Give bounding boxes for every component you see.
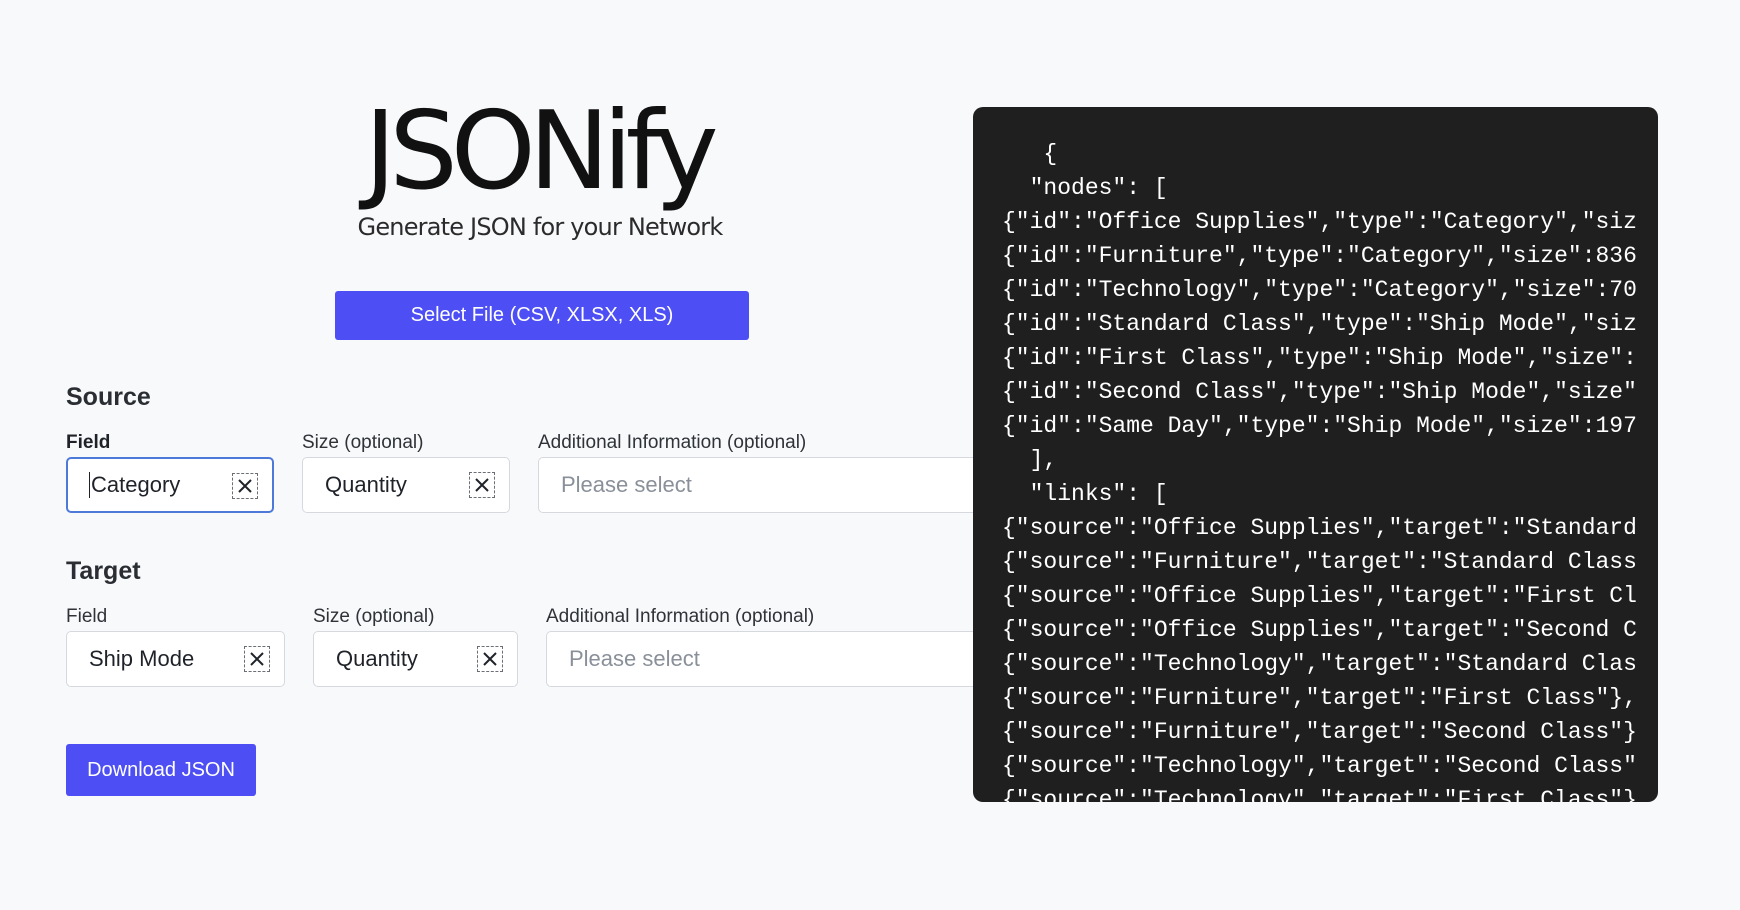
json-line: {"id":"First Class","type":"Ship Mode","… bbox=[1002, 345, 1637, 371]
source-size-label: Size (optional) bbox=[302, 432, 424, 453]
download-json-button[interactable]: Download JSON bbox=[66, 744, 256, 796]
target-info-placeholder: Please select bbox=[569, 646, 700, 671]
target-info-label: Additional Information (optional) bbox=[546, 606, 815, 627]
logo-tagline: Generate JSON for your Network bbox=[357, 213, 724, 241]
json-line: {"id":"Standard Class","type":"Ship Mode… bbox=[1002, 311, 1637, 337]
json-line: {"id":"Furniture","type":"Category","siz… bbox=[1002, 243, 1637, 269]
json-preview-panel[interactable]: { "nodes": [ {"id":"Office Supplies","ty… bbox=[973, 107, 1658, 802]
json-line: {"source":"Office Supplies","target":"Fi… bbox=[1002, 583, 1637, 609]
json-line: {"id":"Office Supplies","type":"Category… bbox=[1002, 209, 1637, 235]
source-size-select[interactable]: Quantity bbox=[302, 457, 510, 513]
json-line: { bbox=[1002, 141, 1058, 167]
target-section-title: Target bbox=[66, 557, 141, 585]
target-size-label: Size (optional) bbox=[313, 606, 435, 627]
json-line: "links": [ bbox=[1002, 481, 1168, 507]
json-line: {"source":"Furniture","target":"Second C… bbox=[1002, 719, 1637, 745]
json-line: {"source":"Office Supplies","target":"Se… bbox=[1002, 617, 1637, 643]
target-info-select[interactable]: Please select bbox=[546, 631, 974, 687]
source-field-label: Field bbox=[66, 432, 111, 453]
target-field-select[interactable]: Ship Mode bbox=[66, 631, 285, 687]
json-line: {"source":"Office Supplies","target":"St… bbox=[1002, 515, 1637, 541]
json-line: {"id":"Same Day","type":"Ship Mode","siz… bbox=[1002, 413, 1637, 439]
close-icon[interactable] bbox=[469, 472, 495, 498]
target-size-select[interactable]: Quantity bbox=[313, 631, 518, 687]
close-icon[interactable] bbox=[232, 473, 258, 499]
source-info-label: Additional Information (optional) bbox=[538, 432, 807, 453]
source-info-placeholder: Please select bbox=[561, 472, 692, 497]
json-line: {"id":"Second Class","type":"Ship Mode",… bbox=[1002, 379, 1637, 405]
source-size-value: Quantity bbox=[325, 472, 407, 497]
text-caret bbox=[89, 472, 90, 498]
json-line: "nodes": [ bbox=[1002, 175, 1168, 201]
target-size-value: Quantity bbox=[336, 646, 418, 671]
json-line: {"id":"Technology","type":"Category","si… bbox=[1002, 277, 1637, 303]
json-line: {"source":"Technology","target":"Standar… bbox=[1002, 651, 1637, 677]
logo: JSONify Generate JSON for your Network bbox=[340, 96, 740, 242]
logo-title: JSONify bbox=[364, 89, 718, 214]
json-line: ], bbox=[1002, 447, 1058, 473]
json-line: {"source":"Technology","target":"First C… bbox=[1002, 787, 1637, 802]
close-icon[interactable] bbox=[244, 646, 270, 672]
select-file-button[interactable]: Select File (CSV, XLSX, XLS) bbox=[335, 291, 749, 340]
json-line: {"source":"Furniture","target":"First Cl… bbox=[1002, 685, 1637, 711]
json-line: {"source":"Furniture","target":"Standard… bbox=[1002, 549, 1637, 575]
target-field-value: Ship Mode bbox=[89, 646, 195, 671]
source-info-select[interactable]: Please select bbox=[538, 457, 974, 513]
target-field-label: Field bbox=[66, 606, 108, 627]
source-section-title: Source bbox=[66, 383, 151, 411]
source-field-select[interactable]: Category bbox=[66, 457, 274, 513]
source-field-value: Category bbox=[91, 472, 181, 497]
json-line: {"source":"Technology","target":"Second … bbox=[1002, 753, 1637, 779]
close-icon[interactable] bbox=[477, 646, 503, 672]
